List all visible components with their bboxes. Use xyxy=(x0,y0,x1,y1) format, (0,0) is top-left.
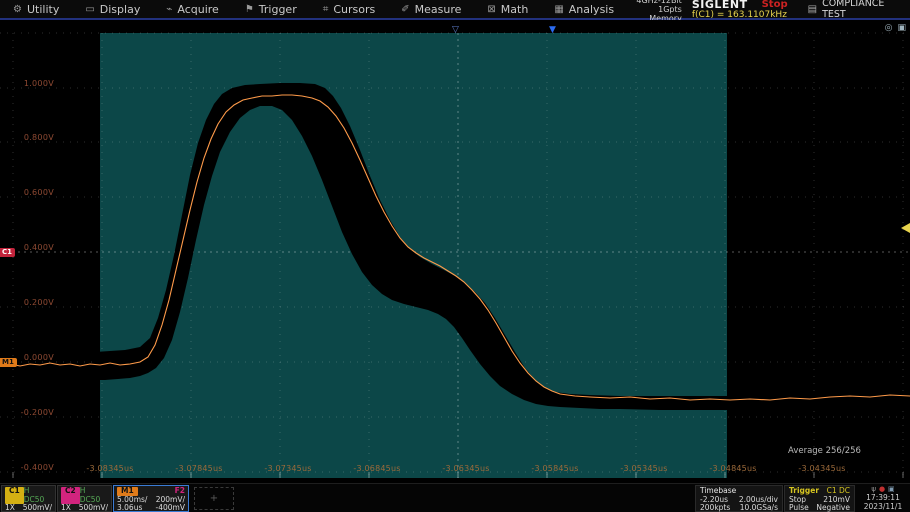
acquire-icon: ⌁ xyxy=(166,4,172,15)
compliance-test-label: COMPLIANCE TEST xyxy=(822,0,904,20)
add-trace-placeholder[interactable]: + xyxy=(194,487,234,510)
cursors-icon: ⌗ xyxy=(323,4,329,15)
channel1-descriptor[interactable]: C1 H DC50 1X 500mV/ FULL 0.00V xyxy=(1,485,56,512)
status-bar: C1 H DC50 1X 500mV/ FULL 0.00V C2 H DC50… xyxy=(0,483,910,512)
menu-utility-label: Utility xyxy=(27,3,59,16)
channel2-chip: C2 xyxy=(61,487,80,504)
display-icon: ▭ xyxy=(85,4,94,15)
average-count-readout: Average 256/256 xyxy=(788,446,861,456)
analysis-icon: ▦ xyxy=(554,4,563,15)
voltage-axis-label: 1.000V xyxy=(6,79,54,88)
time-axis-label: -3.08345us xyxy=(75,464,145,473)
channel2-descriptor[interactable]: C2 H DC50 1X 500mV/ FULL 0.00V xyxy=(57,485,112,512)
channel1-probe: 1X xyxy=(5,504,15,512)
window-icon[interactable]: ▣ xyxy=(897,24,906,33)
channel1-chip: C1 xyxy=(5,487,24,504)
time-axis-label: -3.05345us xyxy=(609,464,679,473)
plus-icon: + xyxy=(210,493,218,504)
voltage-axis-label: -0.400V xyxy=(6,463,54,472)
math-icon: ⊠ xyxy=(487,4,495,15)
brand-block: SIGLENT Stop f(C1) = 163.1107kHz xyxy=(692,0,796,20)
timebase-points: 200kpts xyxy=(700,504,730,512)
gear-icon: ⚙ xyxy=(13,4,22,15)
time-axis-label: -3.05845us xyxy=(520,464,590,473)
menu-measure-label: Measure xyxy=(415,3,462,16)
menu-analysis[interactable]: ▦ Analysis xyxy=(541,0,627,18)
trigger-delay-marker[interactable]: ▽ xyxy=(452,26,459,35)
menu-cursors[interactable]: ⌗ Cursors xyxy=(310,0,389,18)
channel2-scale: 500mV/ xyxy=(79,504,108,512)
math1-descriptor[interactable]: M1 F2 5.00ms/ 200mV/ 3.06us -400mV xyxy=(113,485,189,512)
gridlines xyxy=(0,33,910,478)
trigger-slope: Negative xyxy=(816,504,850,512)
menu-display[interactable]: ▭ Display xyxy=(72,0,153,18)
menu-trigger[interactable]: ⚑ Trigger xyxy=(232,0,310,18)
math1-delay: 3.06us xyxy=(117,504,142,512)
grid-corner-icons: ◎ ▣ xyxy=(885,24,906,33)
waveform-plot xyxy=(0,20,910,483)
voltage-axis-label: 0.200V xyxy=(6,298,54,307)
time-axis-label: -3.07345us xyxy=(253,464,323,473)
measure-icon: ✐ xyxy=(401,4,409,15)
menu-measure[interactable]: ✐ Measure xyxy=(388,0,474,18)
menu-math[interactable]: ⊠ Math xyxy=(474,0,541,18)
trigger-frequency-readout: f(C1) = 163.1107kHz xyxy=(692,10,788,20)
time-axis-label: -3.07845us xyxy=(164,464,234,473)
trigger-type: Pulse xyxy=(789,504,809,512)
persistence-band xyxy=(95,83,910,410)
channel2-coupling: H DC50 xyxy=(80,487,108,504)
clipboard-icon: ▤ xyxy=(808,4,817,15)
trigger-level-arrow[interactable] xyxy=(901,223,910,233)
lan-icon: ▣ xyxy=(888,485,895,493)
menu-trigger-label: Trigger xyxy=(259,3,297,16)
menu-display-label: Display xyxy=(100,3,141,16)
compliance-test-button[interactable]: ▤ COMPLIANCE TEST xyxy=(796,0,910,20)
menu-cursors-label: Cursors xyxy=(333,3,375,16)
channel1-level-marker[interactable]: C1 xyxy=(0,248,15,257)
clock-date: 2023/11/1 xyxy=(857,502,909,511)
horizontal-position-marker[interactable]: ▼ xyxy=(549,26,556,35)
menu-analysis-label: Analysis xyxy=(569,3,614,16)
timebase-descriptor[interactable]: Timebase -2.20us 2.00us/div 200kpts 10.0… xyxy=(695,485,783,512)
clock-time: 17:39:11 xyxy=(857,493,909,502)
timebase-samplerate: 10.0GSa/s xyxy=(740,504,778,512)
alert-icon: ● xyxy=(879,485,885,493)
channel1-scale: 500mV/ xyxy=(23,504,52,512)
menu-acquire-label: Acquire xyxy=(177,3,218,16)
menu-right-cluster: 4GHz-12Bit 1Gpts Memory SIGLENT Stop f(C… xyxy=(627,0,910,18)
channel1-coupling: H DC50 xyxy=(24,487,52,504)
acquisition-state-badge[interactable]: Stop xyxy=(762,0,788,10)
time-axis-label: -3.04345us xyxy=(787,464,857,473)
time-axis-label: -3.06345us xyxy=(431,464,501,473)
menu-math-label: Math xyxy=(501,3,529,16)
time-axis-label: -3.06845us xyxy=(342,464,412,473)
time-axis-label: -3.04845us xyxy=(698,464,768,473)
waveform-display: 1.000V0.800V0.600V0.400V0.200V0.000V-0.2… xyxy=(0,20,910,483)
usb-icon: ψ xyxy=(871,485,876,493)
voltage-axis-label: -0.200V xyxy=(6,408,54,417)
trigger-descriptor[interactable]: Trigger C1 DC Stop 210mV Pulse Negative xyxy=(784,485,855,512)
zoom-icon[interactable]: ◎ xyxy=(885,24,893,33)
menu-utility[interactable]: ⚙ Utility xyxy=(0,0,72,18)
menu-acquire[interactable]: ⌁ Acquire xyxy=(153,0,231,18)
datetime-panel: ψ ● ▣ 17:39:11 2023/11/1 xyxy=(857,485,909,511)
voltage-axis-label: 0.600V xyxy=(6,188,54,197)
math1-level-marker[interactable]: M1 xyxy=(0,358,17,367)
menu-bar: ⚙ Utility ▭ Display ⌁ Acquire ⚑ Trigger … xyxy=(0,0,910,20)
oscilloscope-screen: ⚙ Utility ▭ Display ⌁ Acquire ⚑ Trigger … xyxy=(0,0,910,512)
flag-icon: ⚑ xyxy=(245,4,254,15)
voltage-axis-label: 0.800V xyxy=(6,133,54,142)
channel2-probe: 1X xyxy=(61,504,71,512)
math1-offset: -400mV xyxy=(156,504,185,512)
